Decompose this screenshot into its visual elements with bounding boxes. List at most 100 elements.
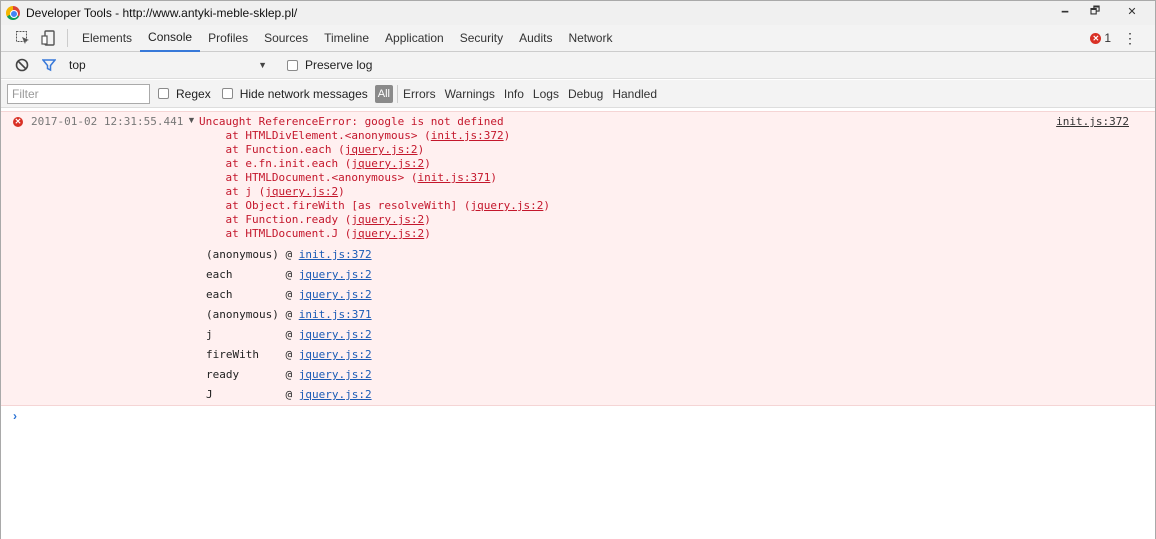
minimize-button[interactable]: 🗕 [1051, 1, 1079, 21]
close-button[interactable]: ✕ [1111, 1, 1153, 21]
preserve-log-option[interactable]: Preserve log [287, 58, 372, 72]
chrome-icon [6, 6, 20, 20]
filter-input[interactable] [7, 83, 150, 104]
error-stack-line: at HTMLDivElement.<anonymous> (init.js:3… [199, 129, 511, 142]
stack-function-name: j @ [206, 328, 299, 341]
stack-source-link[interactable]: init.js:371 [418, 171, 491, 184]
stack-frame: ready @ jquery.js:2 [206, 365, 372, 385]
dropdown-arrow-icon: ▼ [258, 60, 267, 70]
tab-security[interactable]: Security [452, 25, 511, 52]
regex-label: Regex [176, 86, 211, 101]
stack-frame: (anonymous) @ init.js:372 [206, 245, 372, 265]
tab-timeline[interactable]: Timeline [316, 25, 377, 52]
stack-source-link[interactable]: jquery.js:2 [351, 213, 424, 226]
tab-profiles[interactable]: Profiles [200, 25, 256, 52]
stack-frame-link[interactable]: jquery.js:2 [299, 288, 372, 301]
stack-function-name: (anonymous) @ [206, 248, 299, 261]
level-filters: Errors Warnings Info Logs Debug Handled [403, 87, 666, 101]
stack-frame-link[interactable]: init.js:371 [299, 308, 372, 321]
error-stack-line: at HTMLDocument.J (jquery.js:2) [199, 227, 431, 240]
level-all-button[interactable]: All [374, 84, 393, 103]
tab-elements[interactable]: Elements [78, 25, 140, 52]
error-message[interactable]: ✕ 2017-01-02 12:31:55.441 ▼ Uncaught Ref… [1, 111, 1155, 406]
stack-function-name: (anonymous) @ [206, 308, 299, 321]
stack-frame-link[interactable]: init.js:372 [299, 248, 372, 261]
error-stack-line: at Function.ready (jquery.js:2) [199, 213, 431, 226]
window-title: Developer Tools - http://www.antyki-mebl… [26, 6, 298, 20]
regex-option[interactable]: Regex [158, 87, 211, 101]
hide-network-label: Hide network messages [239, 86, 368, 101]
source-link[interactable]: init.js:372 [1056, 115, 1129, 128]
hide-network-option[interactable]: Hide network messages [221, 86, 368, 101]
error-counter[interactable]: ✕ 1 [1090, 31, 1111, 45]
call-stack: (anonymous) @ init.js:372 each @ jquery.j… [206, 245, 372, 405]
stack-frame-link[interactable]: jquery.js:2 [299, 388, 372, 401]
stack-source-link[interactable]: init.js:372 [431, 129, 504, 142]
expand-triangle-icon[interactable]: ▼ [187, 115, 196, 125]
device-toolbar-icon[interactable] [41, 30, 57, 46]
error-icon: ✕ [1090, 32, 1102, 44]
stack-source-link[interactable]: jquery.js:2 [351, 157, 424, 170]
filter-bar: Regex Hide network messages All Errors Wa… [1, 80, 1155, 108]
stack-function-name: each @ [206, 288, 299, 301]
error-stack-line: at Function.each (jquery.js:2) [199, 143, 425, 156]
stack-frame-link[interactable]: jquery.js:2 [299, 368, 372, 381]
stack-function-name: J @ [206, 388, 299, 401]
error-icon: ✕ [13, 117, 23, 127]
context-value: top [69, 58, 86, 72]
stack-source-link[interactable]: jquery.js:2 [471, 199, 544, 212]
preserve-log-checkbox[interactable] [287, 59, 298, 71]
stack-function-name: fireWith @ [206, 348, 299, 361]
tab-audits[interactable]: Audits [511, 25, 560, 52]
stack-function-name: each @ [206, 268, 299, 281]
stack-frame: fireWith @ jquery.js:2 [206, 345, 372, 365]
level-handled-button[interactable]: Handled [612, 87, 657, 101]
error-stack-line: at HTMLDocument.<anonymous> (init.js:371… [199, 171, 498, 184]
window-controls: 🗕 🗗 ✕ [1049, 1, 1153, 21]
stack-frame-link[interactable]: jquery.js:2 [299, 268, 372, 281]
stack-function-name: ready @ [206, 368, 299, 381]
level-warnings-button[interactable]: Warnings [445, 87, 495, 101]
regex-checkbox[interactable] [158, 88, 169, 99]
stack-frame: each @ jquery.js:2 [206, 285, 372, 305]
level-errors-button[interactable]: Errors [403, 87, 436, 101]
stack-frame: j @ jquery.js:2 [206, 325, 372, 345]
stack-source-link[interactable]: jquery.js:2 [351, 227, 424, 240]
panel-tabbar: Elements Console Profiles Sources Timeline Ap… [1, 25, 1155, 52]
stack-source-link[interactable]: jquery.js:2 [265, 185, 338, 198]
inspect-element-icon[interactable] [15, 30, 31, 46]
context-select[interactable]: top ▼ [69, 58, 267, 72]
tab-network[interactable]: Network [560, 25, 620, 52]
error-stack-line: at j (jquery.js:2) [199, 185, 345, 198]
restore-button[interactable]: 🗗 [1081, 1, 1109, 21]
console-output[interactable]: ✕ 2017-01-02 12:31:55.441 ▼ Uncaught Ref… [1, 109, 1155, 539]
stack-frame-link[interactable]: jquery.js:2 [299, 348, 372, 361]
error-headline: Uncaught ReferenceError: google is not d… [199, 115, 504, 128]
error-stack-line: at e.fn.init.each (jquery.js:2) [199, 157, 431, 170]
more-options-icon[interactable]: ⋮ [1123, 30, 1137, 46]
tab-application[interactable]: Application [377, 25, 452, 52]
preserve-log-label: Preserve log [305, 58, 373, 72]
console-prompt-icon[interactable]: › [13, 409, 17, 423]
tab-console[interactable]: Console [140, 25, 201, 52]
filter-separator [396, 84, 398, 103]
stack-frame: (anonymous) @ init.js:371 [206, 305, 372, 325]
level-logs-button[interactable]: Logs [533, 87, 559, 101]
hide-network-checkbox[interactable] [221, 88, 233, 99]
level-debug-button[interactable]: Debug [568, 87, 603, 101]
tab-list: Elements Console Profiles Sources Timeline Ap… [78, 25, 620, 52]
error-stack-text: Uncaught ReferenceError: google is not d… [199, 115, 550, 241]
clear-console-icon[interactable] [14, 57, 30, 73]
stack-frame-link[interactable]: jquery.js:2 [299, 328, 372, 341]
filter-icon[interactable] [41, 57, 57, 73]
level-info-button[interactable]: Info [504, 87, 524, 101]
devtools-window: Developer Tools - http://www.antyki-mebl… [0, 0, 1156, 539]
stack-source-link[interactable]: jquery.js:2 [345, 143, 418, 156]
stack-frame: each @ jquery.js:2 [206, 265, 372, 285]
tab-sources[interactable]: Sources [256, 25, 316, 52]
title-bar: Developer Tools - http://www.antyki-mebl… [1, 1, 1155, 25]
error-count: 1 [1104, 31, 1111, 45]
console-context-bar: top ▼ Preserve log [1, 52, 1155, 79]
stack-frame: J @ jquery.js:2 [206, 385, 372, 405]
tab-separator [67, 29, 68, 47]
